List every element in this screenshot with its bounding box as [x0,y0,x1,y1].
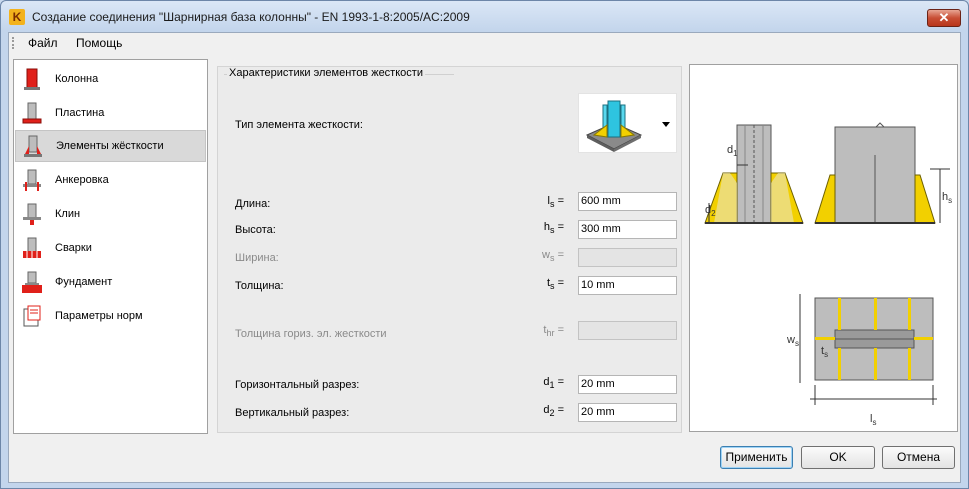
horizontal-cut-label: Горизонтальный разрез: [235,379,360,391]
cancel-button[interactable]: Отмена [882,446,955,469]
horizontal-stiffener-thickness-label: Толщина гориз. эл. жесткости [235,328,387,340]
width-label: Ширина: [235,252,279,264]
front-elevation-view [814,122,950,224]
thickness-label: Толщина: [235,280,284,292]
width-input [578,248,677,267]
window-title: Создание соединения "Шарнирная база коло… [32,10,470,24]
dialog-client-area: Файл Помощь Колонна Пластина Элементы жё… [8,32,961,483]
thickness-symbol: ts = [546,277,564,292]
height-label: Высота: [235,224,276,236]
sidebar-item-code-parameters[interactable]: Параметры норм [15,300,206,332]
sidebar-item-label: Колонна [55,73,99,85]
vertical-cut-label: Вертикальный разрез: [235,407,350,419]
ok-button[interactable]: OK [801,446,875,469]
dialog-window: K Создание соединения "Шарнирная база ко… [0,0,969,489]
sidebar-item-foundation[interactable]: Фундамент [15,266,206,298]
stiffener-properties-panel: Характеристики элементов жесткости Тип э… [217,66,682,433]
length-label: Длина: [235,198,271,210]
length-input[interactable]: 600 mm [578,192,677,211]
vertical-cut-symbol: d2 = [543,404,564,419]
horizontal-stiffener-thickness-input [578,321,677,340]
horizontal-cut-symbol: d1 = [543,376,564,391]
sidebar-item-label: Пластина [55,107,105,119]
ls-label: ls [870,413,876,427]
anchorage-icon [23,169,41,191]
chevron-down-icon[interactable] [662,122,670,127]
stiffener-diagram-preview: d1 d2 hs ws ts ls [689,64,958,432]
stiffener-type-dropdown[interactable] [578,93,677,153]
ws-label: ws [786,334,799,348]
sidebar-item-label: Параметры норм [55,310,143,322]
sidebar-item-welds[interactable]: Сварки [15,232,206,264]
width-symbol: ws = [542,249,564,264]
stiffeners-icon [24,135,42,157]
thickness-input[interactable]: 10 mm [578,276,677,295]
stiffener-schematic-diagram: d1 d2 hs ws ts ls [704,122,952,427]
horizontal-stiffener-thickness-symbol: thr = [543,324,564,339]
d1-label: d1 [727,144,738,158]
menu-grip-icon [12,37,14,49]
sidebar-item-wedge[interactable]: Клин [15,198,206,230]
sidebar-item-anchorage[interactable]: Анкеровка [15,164,206,196]
sidebar-item-label: Сварки [55,242,92,254]
side-elevation-view [704,124,804,224]
close-button[interactable]: ✕ [927,9,961,27]
app-logo-icon: K [9,9,25,25]
sidebar-item-plate[interactable]: Пластина [15,97,206,129]
sidebar-item-label: Фундамент [55,276,113,288]
stiffener-type-preview-icon [585,100,643,152]
title-bar[interactable]: K Создание соединения "Шарнирная база ко… [1,1,968,31]
sidebar-item-label: Анкеровка [55,174,109,186]
code-parameters-icon [23,305,41,327]
column-icon [24,68,40,90]
stiffener-type-label: Тип элемента жесткости: [235,119,363,131]
hs-label: hs [942,191,952,205]
height-symbol: hs = [543,221,564,236]
sidebar-item-label: Клин [55,208,81,220]
sidebar-item-column[interactable]: Колонна [15,63,206,95]
sidebar-item-label: Элементы жёсткости [56,140,164,152]
sidebar: Колонна Пластина Элементы жёсткости Анке… [13,59,208,434]
horizontal-cut-input[interactable]: 20 mm [578,375,677,394]
sidebar-item-stiffeners[interactable]: Элементы жёсткости [15,130,206,162]
vertical-cut-input[interactable]: 20 mm [578,403,677,422]
welds-icon [23,237,41,258]
height-input[interactable]: 300 mm [578,220,677,239]
menu-file[interactable]: Файл [28,36,58,50]
apply-button[interactable]: Применить [720,446,793,469]
wedge-icon [23,203,41,225]
group-title: Характеристики элементов жесткости [227,67,425,79]
menu-help[interactable]: Помощь [76,36,122,50]
foundation-icon [22,271,42,293]
length-symbol: ls = [547,195,564,210]
plate-icon [22,102,42,124]
menu-bar: Файл Помощь [9,33,960,53]
